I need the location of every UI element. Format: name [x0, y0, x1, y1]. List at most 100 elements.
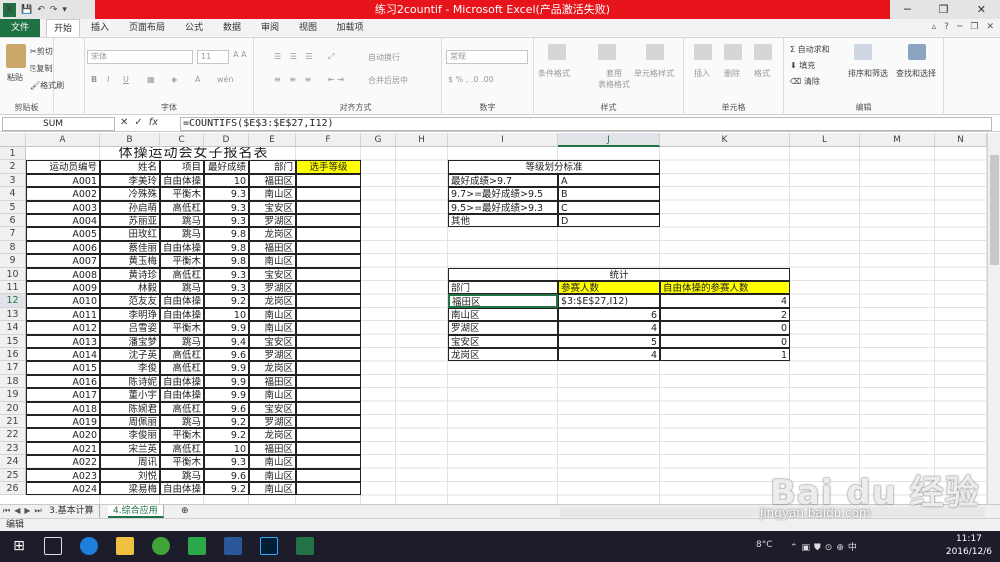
tab-formulas[interactable]: 公式: [178, 19, 210, 37]
insert-cells-button[interactable]: 插入: [694, 68, 710, 79]
column-header-J[interactable]: J: [558, 133, 660, 147]
row-header-17[interactable]: 17: [0, 361, 26, 375]
tray-icons[interactable]: ⌃▣⛊⊙⊕中: [790, 540, 861, 553]
conditional-format-button[interactable]: 条件格式: [538, 68, 570, 79]
athlete-score-cell[interactable]: 9.3: [204, 200, 249, 214]
vertical-scroll-thumb[interactable]: [990, 155, 999, 265]
athlete-id-cell[interactable]: A003: [26, 200, 100, 214]
athlete-grade-cell[interactable]: [296, 173, 361, 188]
row-header-2[interactable]: 2: [0, 160, 26, 174]
athlete-district-cell[interactable]: 龙岗区: [249, 294, 296, 308]
stats-title[interactable]: 统计: [448, 267, 790, 281]
athlete-district-cell[interactable]: 福田区: [249, 374, 296, 389]
athlete-grade-cell[interactable]: [296, 334, 361, 348]
grade-letter-cell[interactable]: A: [558, 173, 660, 188]
find-select-button[interactable]: 查找和选择: [896, 68, 936, 79]
header-cell[interactable]: 姓名: [100, 160, 160, 174]
italic-button[interactable]: I: [107, 75, 109, 84]
athlete-grade-cell[interactable]: [296, 240, 361, 255]
athlete-name-cell[interactable]: 蔡佳丽: [100, 240, 160, 255]
header-cell[interactable]: 最好成绩: [204, 160, 249, 174]
athlete-score-cell[interactable]: 9.2: [204, 482, 249, 496]
horizontal-align-icons[interactable]: ≡ ≡ ≡: [274, 75, 314, 84]
undo-icon[interactable]: ↶: [37, 5, 45, 15]
stats-district-cell[interactable]: 罗湖区: [448, 321, 558, 335]
athlete-score-cell[interactable]: 9.9: [204, 361, 249, 375]
phonetic-icon[interactable]: wén: [217, 75, 234, 84]
redo-icon[interactable]: ↷: [50, 5, 58, 15]
athlete-score-cell[interactable]: 9.3: [204, 267, 249, 281]
athlete-name-cell[interactable]: 李俊丽: [100, 428, 160, 442]
athlete-event-cell[interactable]: 自由体操: [160, 240, 204, 255]
customize-qat-icon[interactable]: ▾: [62, 5, 67, 15]
athlete-id-cell[interactable]: A009: [26, 281, 100, 295]
athlete-district-cell[interactable]: 南山区: [249, 187, 296, 201]
athlete-district-cell[interactable]: 罗湖区: [249, 281, 296, 295]
row-header-7[interactable]: 7: [0, 227, 26, 241]
athlete-id-cell[interactable]: A006: [26, 240, 100, 255]
athlete-grade-cell[interactable]: [296, 227, 361, 241]
athlete-grade-cell[interactable]: [296, 214, 361, 228]
sort-filter-button[interactable]: 排序和筛选: [848, 68, 888, 79]
athlete-score-cell[interactable]: 10: [204, 173, 249, 188]
athlete-id-cell[interactable]: A001: [26, 173, 100, 188]
athlete-district-cell[interactable]: 龙岗区: [249, 428, 296, 442]
tab-data[interactable]: 数据: [216, 19, 248, 37]
athlete-id-cell[interactable]: A011: [26, 307, 100, 322]
athlete-district-cell[interactable]: 宝安区: [249, 200, 296, 214]
athlete-score-cell[interactable]: 10: [204, 441, 249, 456]
athlete-name-cell[interactable]: 李俊: [100, 361, 160, 375]
column-header-C[interactable]: C: [160, 133, 204, 147]
delete-cells-button[interactable]: 删除: [724, 68, 740, 79]
athlete-score-cell[interactable]: 9.3: [204, 187, 249, 201]
athlete-grade-cell[interactable]: [296, 267, 361, 281]
athlete-event-cell[interactable]: 高低杠: [160, 441, 204, 456]
athlete-id-cell[interactable]: A014: [26, 348, 100, 362]
task-view-icon[interactable]: [44, 537, 62, 555]
row-header-22[interactable]: 22: [0, 428, 26, 442]
athlete-district-cell[interactable]: 福田区: [249, 240, 296, 255]
athlete-grade-cell[interactable]: [296, 307, 361, 322]
athlete-event-cell[interactable]: 跳马: [160, 227, 204, 241]
athlete-name-cell[interactable]: 周佩丽: [100, 415, 160, 429]
athlete-name-cell[interactable]: 林毅: [100, 281, 160, 295]
borders-icon[interactable]: ▦: [147, 75, 155, 84]
athlete-id-cell[interactable]: A012: [26, 321, 100, 335]
stats-floor-count-cell[interactable]: 0: [660, 321, 790, 335]
athlete-id-cell[interactable]: A023: [26, 468, 100, 482]
athlete-id-cell[interactable]: A010: [26, 294, 100, 308]
font-color-icon[interactable]: A: [195, 75, 200, 84]
athlete-event-cell[interactable]: 平衡木: [160, 321, 204, 335]
athlete-id-cell[interactable]: A008: [26, 267, 100, 281]
athlete-event-cell[interactable]: 高低杠: [160, 401, 204, 415]
athlete-id-cell[interactable]: A007: [26, 254, 100, 268]
number-format-icons[interactable]: $ % , .0 .00: [448, 75, 494, 84]
athlete-district-cell[interactable]: 南山区: [249, 388, 296, 402]
excel-taskbar-icon[interactable]: [296, 537, 314, 555]
tab-insert[interactable]: 插入: [84, 19, 116, 37]
athlete-grade-cell[interactable]: [296, 254, 361, 268]
row-header-4[interactable]: 4: [0, 187, 26, 201]
close-button[interactable]: ✕: [977, 3, 986, 16]
function-icon[interactable]: fx: [149, 117, 158, 128]
athlete-event-cell[interactable]: 跳马: [160, 214, 204, 228]
tab-addins[interactable]: 加载项: [330, 19, 370, 37]
athlete-district-cell[interactable]: 南山区: [249, 307, 296, 322]
stats-header-cell[interactable]: 参赛人数: [558, 281, 660, 295]
worksheet-grid[interactable]: ABCDEFGHIJKLMN 1 2 3 4 5 6 7 8 9 10 11 12 13 14 15 16 17…: [0, 133, 987, 504]
athlete-grade-cell[interactable]: [296, 348, 361, 362]
athlete-event-cell[interactable]: 高低杠: [160, 361, 204, 375]
indent-icons[interactable]: ⇤ ⇥: [328, 75, 344, 84]
row-header-19[interactable]: 19: [0, 388, 26, 402]
athlete-district-cell[interactable]: 南山区: [249, 468, 296, 482]
athlete-event-cell[interactable]: 跳马: [160, 281, 204, 295]
copy-button[interactable]: ⎘复制: [30, 63, 52, 74]
athlete-district-cell[interactable]: 南山区: [249, 321, 296, 335]
row-header-8[interactable]: 8: [0, 240, 26, 255]
row-header-21[interactable]: 21: [0, 415, 26, 429]
fill-color-icon[interactable]: ◈: [171, 75, 177, 84]
row-header-6[interactable]: 6: [0, 214, 26, 228]
row-header-23[interactable]: 23: [0, 441, 26, 456]
athlete-id-cell[interactable]: A013: [26, 334, 100, 348]
row-header-3[interactable]: 3: [0, 173, 26, 188]
